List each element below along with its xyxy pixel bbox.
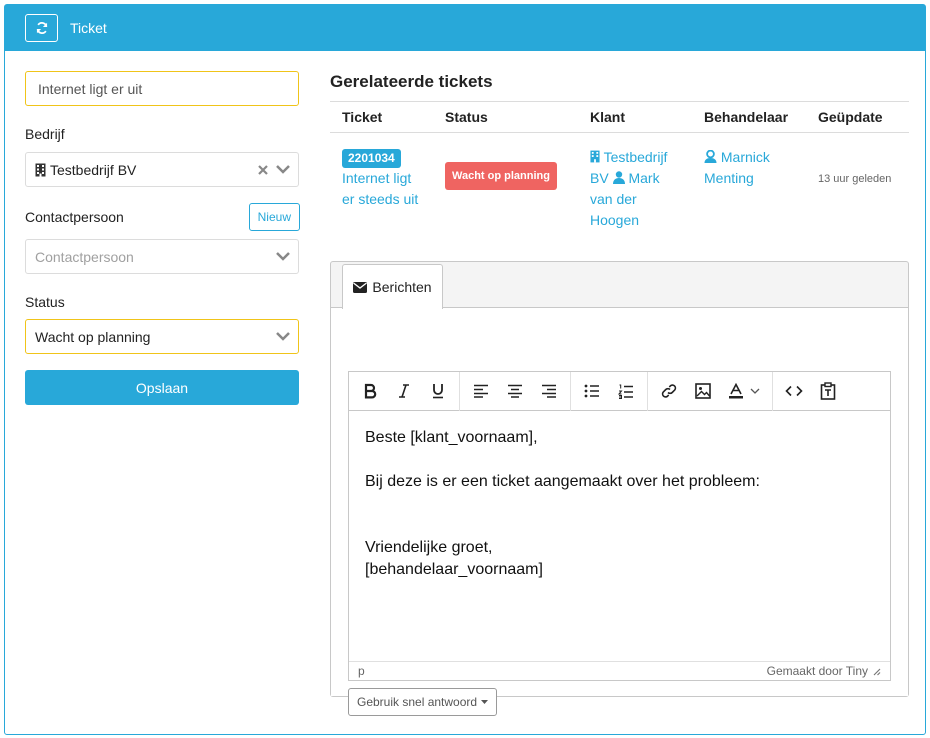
editor-line: Bij deze is er een ticket aangemaakt ove… [365,473,760,490]
customer-link[interactable]: Testbedrijf BV Mark van der Hoogen [590,149,667,228]
updated-time: 13 uur geleden [818,173,892,185]
align-center-button[interactable] [498,376,532,406]
user-tie-icon [704,150,717,163]
contact-header: Contactpersoon Nieuw [25,203,300,231]
messages-panel: Berichten Beste [klant_voornaam], Bij de… [330,261,909,716]
tools-group [773,376,849,406]
refresh-icon [35,21,49,35]
related-tickets-table: Ticket Status Klant Behandelaar Geüpdate… [330,101,909,241]
company-select[interactable]: Testbedrijf BV [25,152,299,187]
status-value: Wacht op planning [35,328,151,345]
status-select[interactable]: Wacht op planning [25,319,299,354]
align-right-button[interactable] [532,376,566,406]
status-label: Status [25,294,65,310]
caret-down-icon [481,700,489,704]
powered-by-link[interactable]: Gemaakt door Tiny [767,664,868,678]
link-icon [661,383,677,399]
status-badge: Wacht op planning [445,162,557,190]
image-button[interactable] [686,376,720,406]
clear-icon[interactable] [258,164,268,175]
tab-messages-label: Berichten [372,279,432,295]
text-color-icon [728,383,760,399]
italic-icon [398,383,410,399]
italic-button[interactable] [387,376,421,406]
subject-input[interactable] [25,71,299,106]
code-icon [785,385,803,397]
text-color-button[interactable] [720,376,768,406]
numbered-list-icon [618,384,634,399]
source-code-button[interactable] [777,376,811,406]
column-header: Geüpdate [806,101,909,133]
building-icon [590,150,600,163]
window-title: Ticket [70,20,107,36]
underline-icon [431,383,445,399]
bullet-list-button[interactable] [575,376,609,406]
list-group [571,371,648,411]
bold-button[interactable] [353,376,387,406]
insert-group [648,371,773,411]
align-left-icon [473,384,489,398]
chevron-down-icon[interactable] [276,332,290,341]
bold-icon [363,383,377,399]
numbered-list-button[interactable] [609,376,643,406]
editor-toolbar [349,371,890,411]
contact-select[interactable]: Contactpersoon [25,239,299,274]
editor-line [365,449,874,471]
align-right-icon [541,384,557,398]
company-value: Testbedrijf BV [50,161,137,178]
editor-line: [behandelaar_voornaam] [365,561,543,578]
format-group [349,371,460,411]
save-button[interactable]: Opslaan [25,370,299,405]
quick-reply-dropdown[interactable]: Gebruik snel antwoord [348,688,498,716]
chevron-down-icon[interactable] [276,165,290,174]
title-bar: Ticket [5,5,925,51]
right-column: Gerelateerde tickets Ticket Status Klant… [330,71,909,716]
user-icon [612,171,625,184]
ticket-form: Bedrijf Testbedrijf BV [25,71,300,405]
editor-line: Beste [klant_voornaam], [365,429,538,446]
company-label: Bedrijf [25,126,65,142]
link-button[interactable] [652,376,686,406]
ticket-window: Ticket Bedrijf Testbedrijf BV [4,4,926,735]
editor-line [365,493,874,515]
column-header: Status [433,101,578,133]
rich-text-editor[interactable]: Beste [klant_voornaam], Bij deze is er e… [348,371,891,681]
editor-content[interactable]: Beste [klant_voornaam], Bij deze is er e… [349,411,890,661]
resize-handle-icon[interactable] [872,667,881,676]
new-contact-button[interactable]: Nieuw [248,203,300,231]
tab-messages[interactable]: Berichten [342,264,443,309]
envelope-icon [353,281,368,293]
column-header: Ticket [330,101,433,133]
chevron-down-icon[interactable] [276,252,290,261]
bullet-list-icon [584,384,600,398]
image-icon [695,383,711,399]
refresh-button[interactable] [25,14,58,42]
element-path: p [358,664,365,678]
align-left-button[interactable] [464,376,498,406]
messages-body: Beste [klant_voornaam], Bij deze is er e… [331,307,908,716]
column-header: Behandelaar [692,101,806,133]
editor-statusbar: p Gemaakt door Tiny [349,661,890,680]
ticket-number-badge[interactable]: 2201034 [342,149,401,168]
editor-line: Vriendelijke groet, [365,539,493,556]
related-tickets-title: Gerelateerde tickets [330,72,493,91]
editor-line [365,515,874,537]
column-header: Klant [578,101,692,133]
building-icon [35,163,46,177]
ticket-subject-link[interactable]: Internet ligt er steeds uit [342,170,418,207]
align-group [460,371,571,411]
contact-placeholder: Contactpersoon [35,248,134,265]
handler-link[interactable]: Marnick Menting [704,149,770,186]
quick-reply-label: Gebruik snel antwoord [357,695,478,709]
paste-icon [820,382,836,400]
contact-label: Contactpersoon [25,209,124,225]
align-center-icon [507,384,523,398]
paste-text-button[interactable] [811,376,845,406]
table-row[interactable]: 2201034 Internet ligt er steeds uit Wach… [330,133,909,242]
underline-button[interactable] [421,376,455,406]
